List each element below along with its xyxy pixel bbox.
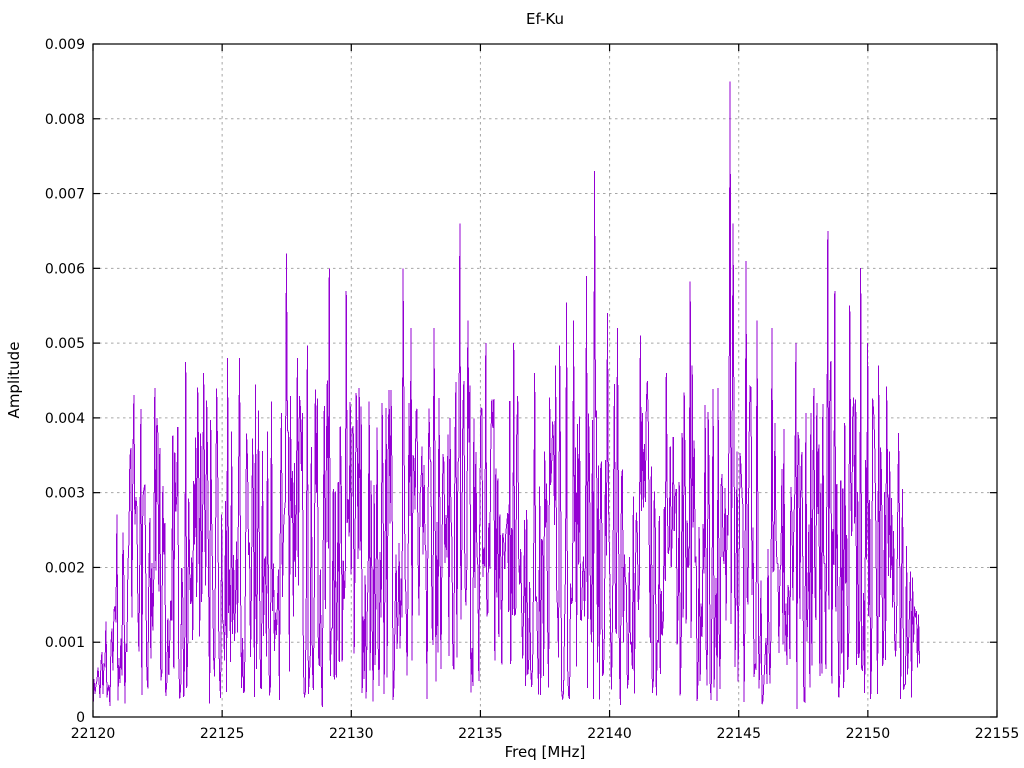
y-tick-label: 0.001 xyxy=(45,635,85,651)
x-tick-label: 22155 xyxy=(975,726,1020,742)
tick-labels: 22120 22125 22130 22135 22140 22145 22150 22155… xyxy=(45,37,1019,742)
data-trace xyxy=(92,81,921,710)
y-tick-label: 0.004 xyxy=(45,411,85,427)
x-tick-label: 22130 xyxy=(329,726,374,742)
y-tick-label: 0.007 xyxy=(45,187,85,203)
y-tick-label: 0.005 xyxy=(45,336,85,352)
plot-figure: Ef-Ku Freq [MHz] Amplitude 22120 22125 221… xyxy=(0,0,1024,768)
spectrum-chart: Ef-Ku Freq [MHz] Amplitude 22120 22125 221… xyxy=(5,10,1019,761)
x-tick-label: 22145 xyxy=(716,726,761,742)
x-tick-label: 22140 xyxy=(587,726,632,742)
x-tick-label: 22120 xyxy=(71,726,116,742)
x-tick-label: 22150 xyxy=(846,726,891,742)
x-tick-label: 22125 xyxy=(200,726,245,742)
y-tick-label: 0.002 xyxy=(45,560,85,576)
x-tick-label: 22135 xyxy=(458,726,503,742)
y-tick-label: 0.009 xyxy=(45,37,85,53)
chart-title: Ef-Ku xyxy=(526,10,564,28)
x-axis-label: Freq [MHz] xyxy=(505,743,586,761)
y-tick-label: 0.008 xyxy=(45,112,85,128)
y-tick-label: 0.003 xyxy=(45,486,85,502)
y-tick-label: 0 xyxy=(76,710,85,726)
y-axis-label: Amplitude xyxy=(5,342,23,419)
spectrum-trace xyxy=(92,81,921,710)
y-tick-label: 0.006 xyxy=(45,261,85,277)
